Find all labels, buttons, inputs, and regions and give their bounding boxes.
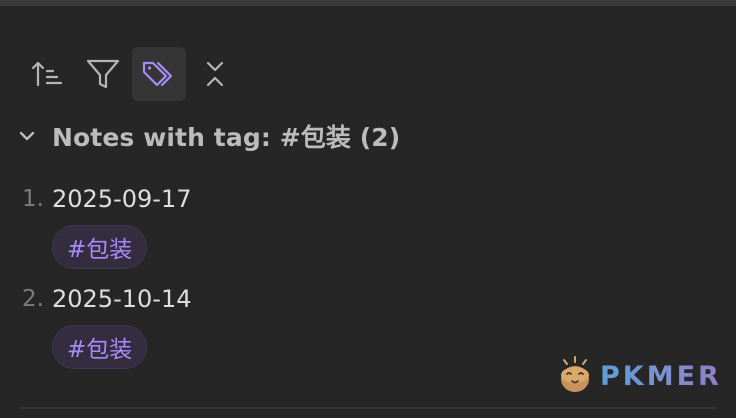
chevron-down-icon[interactable]: [16, 125, 38, 147]
filter-button[interactable]: [76, 47, 130, 101]
list-number: 1.: [22, 186, 44, 212]
tags-button[interactable]: [132, 47, 186, 101]
top-border: [0, 0, 736, 6]
pkmer-watermark: PKMER: [556, 354, 722, 398]
sort-icon: [30, 57, 64, 91]
results-list: 1. 2025-09-17 #包装 2. 2025-10-14 #包装: [0, 178, 736, 378]
list-item: 1. 2025-09-17 #包装: [0, 178, 736, 278]
bottom-divider: [20, 407, 716, 409]
collapse-icon: [200, 57, 230, 91]
list-number: 2.: [22, 286, 44, 312]
tags-icon: [140, 57, 178, 91]
note-link[interactable]: 2025-10-14: [52, 285, 191, 313]
filter-icon: [85, 57, 121, 91]
section-title: Notes with tag: #包装 (2): [52, 123, 401, 152]
egg-mascot-logo: [556, 354, 594, 398]
tag-pill[interactable]: #包装: [52, 325, 148, 369]
note-link[interactable]: 2025-09-17: [52, 185, 191, 213]
sort-button[interactable]: [20, 47, 74, 101]
tag-section-header[interactable]: Notes with tag: #包装 (2): [16, 116, 400, 156]
watermark-text: PKMER: [600, 360, 722, 392]
search-toolbar: [20, 46, 244, 102]
collapse-all-button[interactable]: [188, 47, 242, 101]
tag-pill[interactable]: #包装: [52, 225, 148, 269]
